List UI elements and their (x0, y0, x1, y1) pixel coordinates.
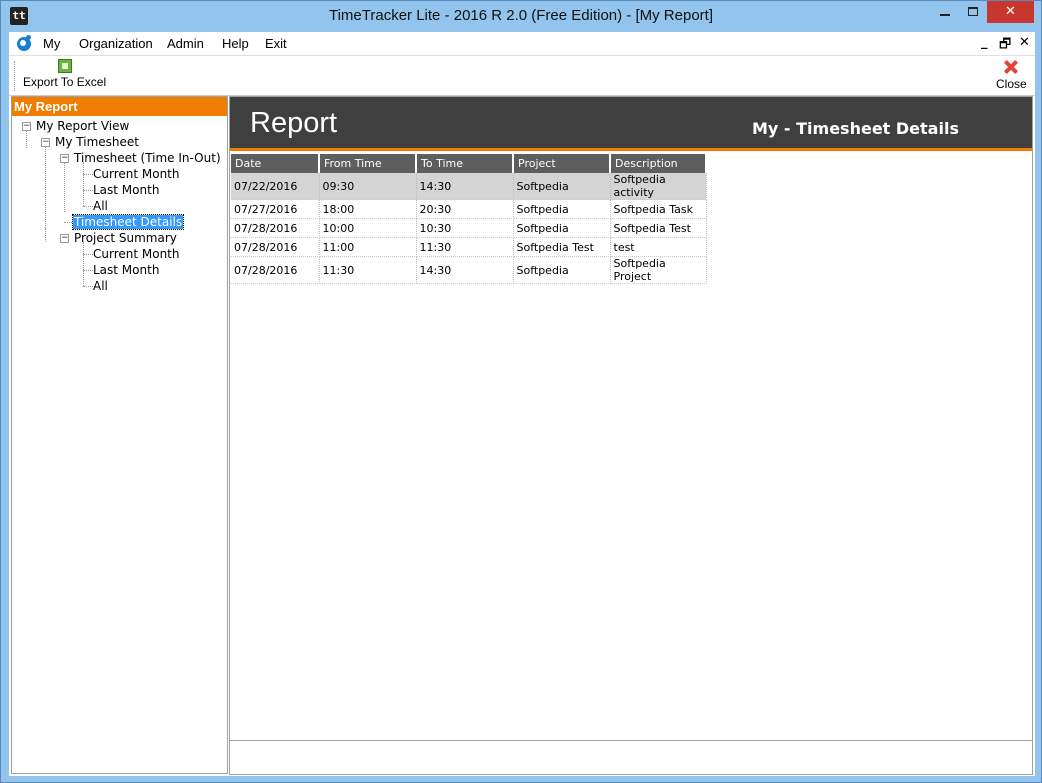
report-navigation-panel: My Report − − − − My Report View My Time… (11, 96, 228, 774)
cell-from-time: 18:00 (319, 199, 417, 219)
maximize-icon (968, 7, 978, 16)
menu-my[interactable]: My (43, 36, 60, 51)
cell-date: 07/28/2016 (231, 218, 320, 238)
table-row[interactable]: 07/27/2016 18:00 20:30 Softpedia Softped… (231, 199, 707, 219)
tree-connector (45, 146, 46, 228)
column-header-date[interactable]: Date (231, 154, 320, 173)
cell-to-time: 14:30 (416, 256, 514, 284)
tree-connector (83, 286, 93, 287)
menu-exit[interactable]: Exit (265, 36, 287, 51)
tree-connector (83, 242, 84, 286)
export-to-excel-button[interactable]: Export To Excel (23, 59, 106, 89)
tree-node-project-all[interactable]: All (93, 279, 108, 293)
report-footer (230, 742, 1032, 774)
cell-from-time: 11:00 (319, 237, 417, 257)
tree-connector (83, 174, 93, 175)
window-minimize-button[interactable] (931, 1, 959, 23)
column-header-description[interactable]: Description (610, 154, 707, 173)
close-report-label: Close (996, 77, 1027, 91)
column-header-project[interactable]: Project (513, 154, 611, 173)
cell-project: Softpedia (513, 218, 611, 238)
cell-description: Softpedia Task (610, 199, 707, 219)
tree-connector (83, 190, 93, 191)
cell-to-time: 20:30 (416, 199, 514, 219)
tree-connector (45, 228, 46, 242)
tree-connector (83, 206, 93, 207)
cell-description: test (610, 237, 707, 257)
tree-collapse-toggle[interactable]: − (60, 154, 69, 163)
mdi-restore-button[interactable]: 🗗 (999, 35, 1011, 57)
toolbar: Export To Excel Close (9, 57, 1035, 96)
tree-node-all[interactable]: All (93, 199, 108, 213)
menu-admin[interactable]: Admin (167, 36, 204, 51)
menu-organization[interactable]: Organization (79, 36, 153, 51)
cell-to-time: 14:30 (416, 173, 514, 200)
tree-node-project-current-month[interactable]: Current Month (93, 247, 180, 261)
toolbar-grip[interactable] (14, 61, 16, 91)
close-report-button[interactable]: Close (996, 59, 1027, 91)
report-header: Report My - Timesheet Details (230, 97, 1032, 151)
cell-description: Softpedia Test (610, 218, 707, 238)
tree-node-last-month[interactable]: Last Month (93, 183, 159, 197)
panel-header: My Report (12, 97, 227, 116)
tree-connector (83, 162, 84, 206)
tree-connector (83, 254, 93, 255)
window-close-button[interactable]: ✕ (987, 1, 1034, 23)
window-title: TimeTracker Lite - 2016 R 2.0 (Free Edit… (328, 7, 713, 24)
tree-node-current-month[interactable]: Current Month (93, 167, 180, 181)
tree-connector (64, 162, 65, 212)
table-row[interactable]: 07/28/2016 10:00 10:30 Softpedia Softped… (231, 218, 707, 238)
tree-connector (26, 130, 27, 148)
cell-description: Softpedia activity (610, 173, 707, 200)
menu-bar: My Organization Admin Help Exit _ 🗗 ✕ (9, 32, 1035, 56)
column-header-to-time[interactable]: To Time (416, 154, 514, 173)
table-row[interactable]: 07/22/2016 09:30 14:30 Softpedia Softped… (231, 173, 707, 200)
menu-help[interactable]: Help (222, 36, 249, 51)
report-body[interactable]: Date From Time To Time Project Descripti… (230, 154, 1032, 741)
report-title: Report (250, 107, 338, 139)
cell-date: 07/28/2016 (231, 237, 320, 257)
cell-project: Softpedia (513, 173, 611, 200)
column-header-from-time[interactable]: From Time (319, 154, 417, 173)
close-icon (1003, 59, 1019, 75)
client-area: My Organization Admin Help Exit _ 🗗 ✕ Ex… (9, 32, 1035, 776)
cell-date: 07/27/2016 (231, 199, 320, 219)
cell-date: 07/22/2016 (231, 173, 320, 200)
window-maximize-button[interactable] (959, 1, 987, 23)
tree-connector (83, 270, 93, 271)
cell-to-time: 10:30 (416, 218, 514, 238)
cell-from-time: 11:30 (319, 256, 417, 284)
minimize-icon (940, 14, 950, 16)
export-to-excel-label: Export To Excel (23, 75, 107, 89)
table-header-row: Date From Time To Time Project Descripti… (231, 154, 707, 173)
tree-collapse-toggle[interactable]: − (41, 138, 50, 147)
tree-node-project-last-month[interactable]: Last Month (93, 263, 159, 277)
tree-node-project-summary[interactable]: Project Summary (74, 231, 177, 245)
table-row[interactable]: 07/28/2016 11:30 14:30 Softpedia Softped… (231, 256, 707, 284)
cell-from-time: 10:00 (319, 218, 417, 238)
cell-date: 07/28/2016 (231, 256, 320, 284)
title-bar[interactable]: tt TimeTracker Lite - 2016 R 2.0 (Free E… (1, 1, 1041, 32)
cell-to-time: 11:30 (416, 237, 514, 257)
cell-from-time: 09:30 (319, 173, 417, 200)
tree-node-timesheet-details[interactable]: Timesheet Details (71, 214, 185, 230)
app-menu-icon[interactable] (17, 35, 31, 51)
cell-project: Softpedia (513, 199, 611, 219)
tree-node-my-report-view[interactable]: My Report View (36, 119, 129, 133)
table-row[interactable]: 07/28/2016 11:00 11:30 Softpedia Test te… (231, 237, 707, 257)
mdi-close-button[interactable]: ✕ (1019, 35, 1030, 50)
report-subtitle: My - Timesheet Details (752, 119, 959, 138)
excel-icon (57, 59, 72, 73)
tree-node-my-timesheet[interactable]: My Timesheet (55, 135, 139, 149)
cell-project: Softpedia (513, 256, 611, 284)
mdi-minimize-button[interactable]: _ (981, 35, 988, 50)
report-panel: Report My - Timesheet Details Date From … (229, 96, 1033, 775)
cell-description: Softpedia Project (610, 256, 707, 284)
tree-node-timesheet-time-in-out[interactable]: Timesheet (Time In-Out) (74, 151, 221, 165)
tree-collapse-toggle[interactable]: − (22, 122, 31, 131)
cell-project: Softpedia Test (513, 237, 611, 257)
timesheet-details-table: Date From Time To Time Project Descripti… (231, 154, 707, 284)
app-window: tt TimeTracker Lite - 2016 R 2.0 (Free E… (0, 0, 1042, 783)
tree-collapse-toggle[interactable]: − (60, 234, 69, 243)
